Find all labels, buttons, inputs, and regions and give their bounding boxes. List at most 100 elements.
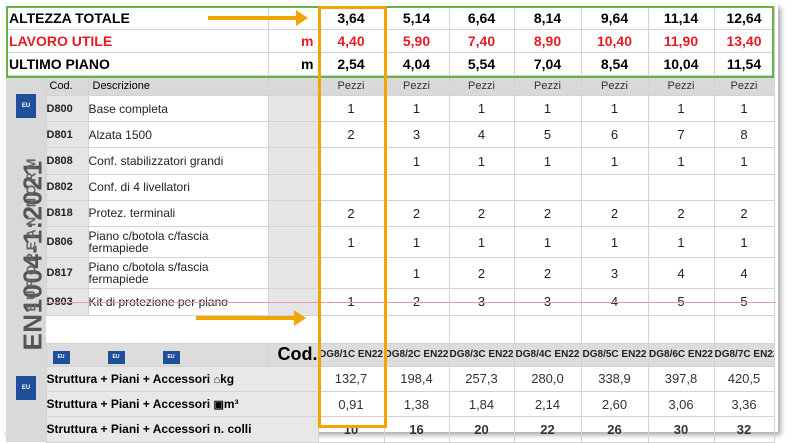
header-value: 4,40 — [317, 29, 385, 53]
product-code: DG8/6C EN22 — [647, 342, 715, 367]
structure-value: 3,06 — [647, 391, 715, 418]
table-row: D802 Conf. di 4 livellatori — [6, 173, 775, 201]
header-unit: m — [267, 52, 319, 76]
table-row: D817 Piano c/botola s/fascia fermapiede … — [6, 257, 775, 290]
header-value: 13,40 — [713, 29, 775, 53]
structure-value: 20 — [448, 416, 515, 443]
item-qty: 1 — [513, 147, 582, 175]
code-row: EU EU EU Cod. DG8/1C EN22 DG8/2C EN22 DG8/… — [6, 342, 775, 367]
divider-line — [47, 302, 776, 303]
header-value: 6,64 — [448, 6, 515, 30]
item-qty: 2 — [580, 199, 649, 227]
column-header-pezzi: Pezzi — [647, 74, 715, 97]
header-value: 5,14 — [383, 6, 450, 30]
header-value: 11,14 — [647, 6, 715, 30]
structure-value: 397,8 — [647, 365, 715, 393]
item-qty — [317, 257, 385, 290]
item-code: D802 — [45, 173, 89, 201]
structure-value: 0,91 — [317, 391, 385, 418]
item-qty: 3 — [580, 257, 649, 290]
header-value: 4,04 — [383, 52, 450, 76]
table-row: D818 Protez. terminali 2 2 2 2 2 2 2 — [6, 199, 775, 227]
column-header-pezzi: Pezzi — [580, 74, 649, 97]
item-qty: 7 — [647, 121, 715, 149]
structure-value: 10 — [317, 416, 385, 443]
item-qty: 2 — [317, 199, 385, 227]
column-header-pezzi: Pezzi — [383, 74, 450, 97]
item-qty: 1 — [383, 95, 450, 123]
item-qty — [713, 173, 775, 201]
item-qty — [317, 147, 385, 175]
item-qty: 2 — [513, 257, 582, 290]
header-value: 5,90 — [383, 29, 450, 53]
header-label: ALTEZZA TOTALE — [6, 6, 269, 30]
item-qty: 1 — [580, 225, 649, 259]
column-header-cod: Cod. — [45, 74, 89, 97]
item-qty: 1 — [448, 225, 515, 259]
item-code: D808 — [45, 147, 89, 175]
item-qty: 8 — [713, 121, 775, 149]
item-qty: 1 — [580, 95, 649, 123]
item-description: Protez. terminali — [87, 199, 269, 227]
header-value: 3,64 — [317, 6, 385, 30]
item-description: Base completa — [87, 95, 269, 123]
column-header-gap — [267, 74, 319, 97]
header-label: LAVORO UTILE — [6, 29, 269, 53]
product-code: DG8/2C EN22 — [383, 342, 450, 367]
item-qty: 1 — [513, 225, 582, 259]
item-qty — [317, 173, 385, 201]
column-header-row: EU EN1004-1:2021 EUROPEAN NORM EU Cod. D… — [6, 74, 775, 442]
header-row-ultimo: ULTIMO PIANO m 2,54 4,04 5,54 7,04 8,54 … — [6, 52, 775, 76]
item-description: Piano c/botola s/fascia fermapiede — [87, 257, 269, 290]
item-description: Conf. di 4 livellatori — [87, 173, 269, 201]
item-qty: 2 — [448, 199, 515, 227]
header-unit — [267, 6, 319, 30]
structure-value: 1,38 — [383, 391, 450, 418]
item-description: Conf. stabilizzatori grandi — [87, 147, 269, 175]
structure-value: 32 — [713, 416, 775, 443]
norm-sidebar: EU EN1004-1:2021 EUROPEAN NORM EU — [6, 75, 46, 442]
product-code: DG8/5C EN22 — [580, 342, 649, 367]
item-qty — [448, 173, 515, 201]
item-qty: 4 — [448, 121, 515, 149]
eu-flag-icon: EU — [16, 376, 36, 400]
column-header-pezzi: Pezzi — [513, 74, 582, 97]
structure-row-volume: Struttura + Piani + Accessori ▣m³ 0,91 1… — [6, 391, 775, 418]
structure-value: 2,14 — [513, 391, 582, 418]
product-code: DG8/7C EN22 — [713, 342, 775, 367]
eu-flag-icon: EU — [107, 351, 125, 365]
item-qty: 1 — [513, 95, 582, 123]
product-code: DG8/3C EN22 — [448, 342, 515, 367]
item-code: D801 — [45, 121, 89, 149]
item-qty: 1 — [647, 95, 715, 123]
structure-label: Struttura + Piani + Accessori ⌂kg — [45, 365, 319, 393]
item-qty — [647, 173, 715, 201]
eu-flag-icon: EU — [162, 351, 180, 365]
column-header-pezzi: Pezzi — [317, 74, 385, 97]
structure-value: 280,0 — [513, 365, 582, 393]
header-value: 11,90 — [647, 29, 715, 53]
header-value: 5,54 — [448, 52, 515, 76]
structure-row-colli: Struttura + Piani + Accessori n. colli 1… — [6, 416, 775, 443]
header-value: 8,14 — [513, 6, 582, 30]
item-qty: 1 — [317, 95, 385, 123]
structure-value: 22 — [513, 416, 582, 443]
table-row: D806 Piano c/botola c/fascia fermapiede … — [6, 225, 775, 259]
item-qty: 1 — [383, 257, 450, 290]
scaffold-table: ALTEZZA TOTALE 3,64 5,14 6,64 8,14 9,64 … — [6, 6, 775, 443]
item-qty: 2 — [383, 199, 450, 227]
structure-value: 16 — [383, 416, 450, 443]
item-qty: 1 — [713, 147, 775, 175]
table-row: D801 Alzata 1500 2 3 4 5 6 7 8 — [6, 121, 775, 149]
item-qty: 1 — [647, 225, 715, 259]
header-value: 11,54 — [713, 52, 775, 76]
header-value: 8,90 — [513, 29, 582, 53]
eu-flag-icon: EU — [52, 351, 70, 365]
header-row-altezza: ALTEZZA TOTALE 3,64 5,14 6,64 8,14 9,64 … — [6, 6, 775, 30]
header-value: 8,54 — [580, 52, 649, 76]
item-qty: 3 — [383, 121, 450, 149]
volume-icon: ▣ — [213, 399, 224, 412]
item-qty: 1 — [317, 225, 385, 259]
item-qty — [383, 173, 450, 201]
structure-value: 2,60 — [580, 391, 649, 418]
